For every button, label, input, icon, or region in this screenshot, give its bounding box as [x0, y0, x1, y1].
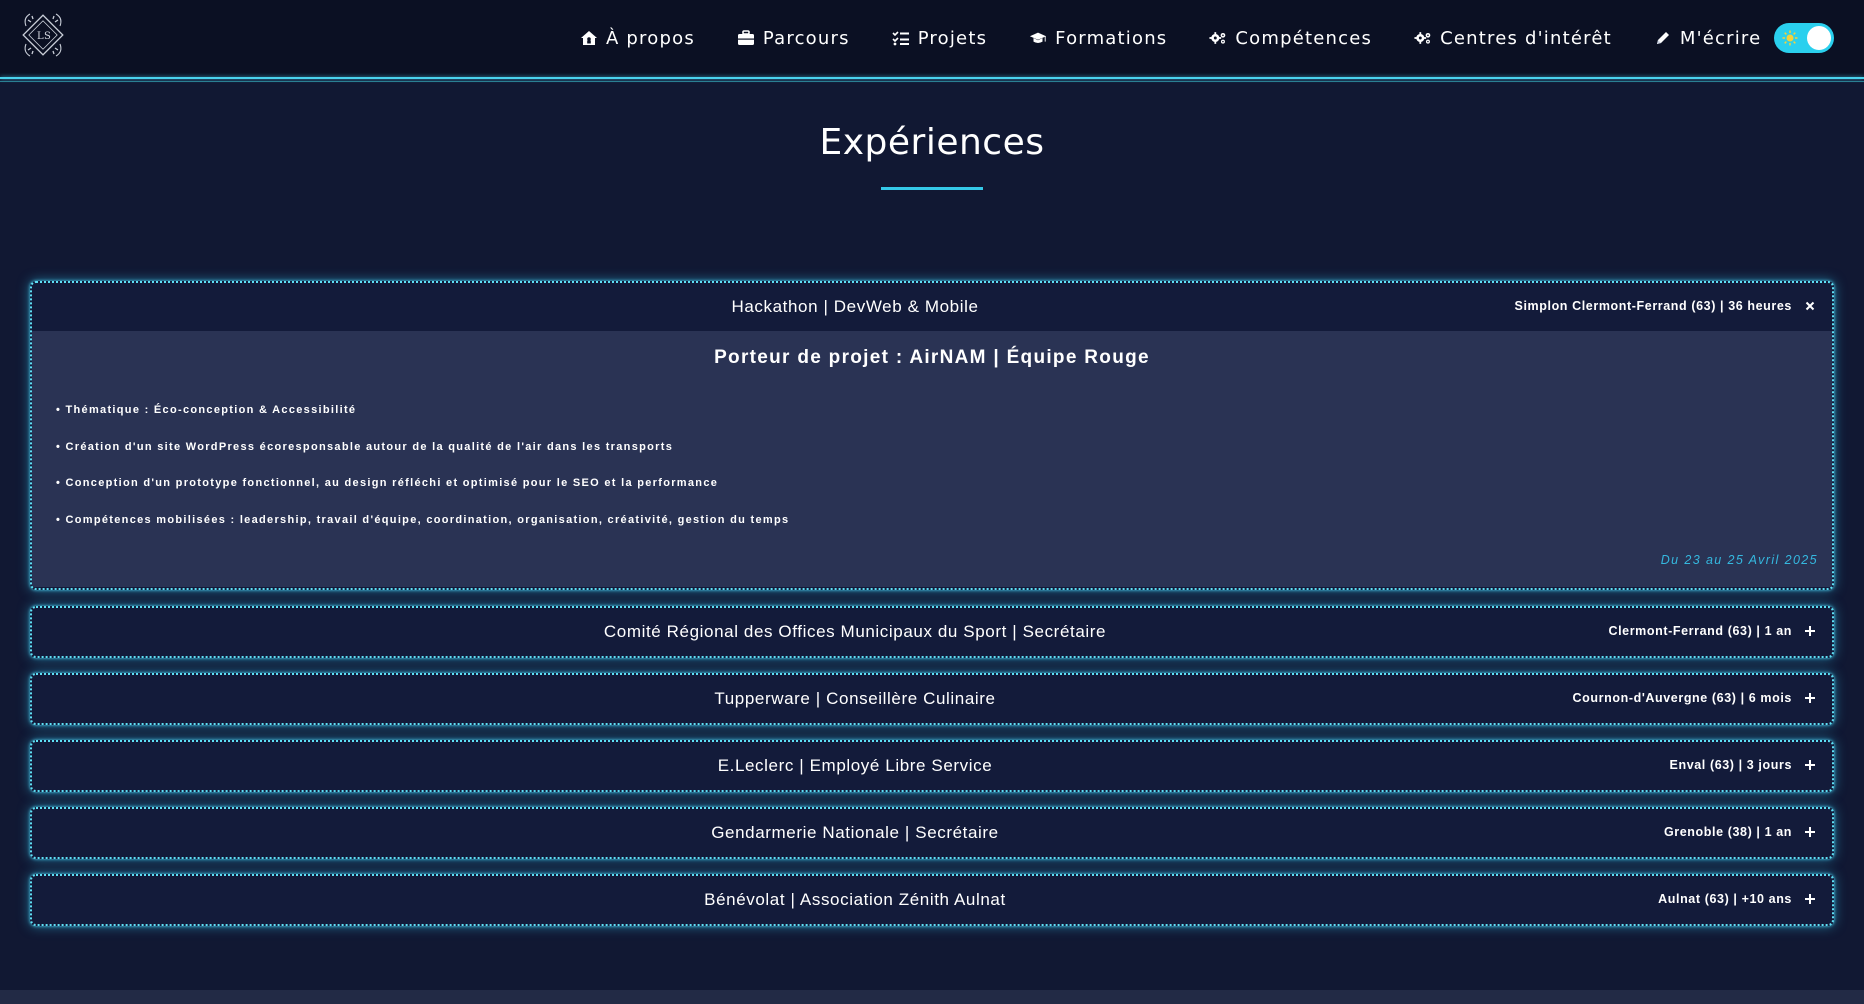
- experience-card: E.Leclerc | Employé Libre Service Enval …: [30, 740, 1834, 792]
- plus-icon[interactable]: [1802, 891, 1818, 907]
- top-navbar: L S À propos Parcours Projets Formations…: [0, 0, 1864, 77]
- experience-card-body: Porteur de projet : AirNAM | Équipe Roug…: [32, 331, 1832, 587]
- svg-text:S: S: [44, 31, 51, 42]
- experience-card-header[interactable]: Gendarmerie Nationale | Secrétaire Greno…: [32, 809, 1832, 857]
- experience-meta: Simplon Clermont-Ferrand (63) | 36 heure…: [1514, 299, 1792, 313]
- experience-card: Gendarmerie Nationale | Secrétaire Greno…: [30, 807, 1834, 859]
- experience-title: Hackathon | DevWeb & Mobile: [731, 297, 979, 316]
- experience-bullet-list: • Thématique : Éco-conception & Accessib…: [56, 403, 789, 549]
- toggle-knob: [1807, 26, 1831, 50]
- nav-item-label: Projets: [917, 27, 988, 49]
- footer-strip: [0, 990, 1864, 1004]
- main-nav: À propos Parcours Projets Formations Com…: [580, 24, 1803, 52]
- nav-item-label: Formations: [1055, 27, 1168, 49]
- experience-card-header[interactable]: E.Leclerc | Employé Libre Service Enval …: [32, 742, 1832, 790]
- experience-meta: Grenoble (38) | 1 an: [1663, 825, 1792, 839]
- nav-item-parcours[interactable]: Parcours: [737, 28, 850, 49]
- briefcase-icon: [737, 29, 755, 47]
- nav-item-label: Centres d'intérêt: [1440, 27, 1612, 49]
- experience-card: Bénévolat | Association Zénith Aulnat Au…: [30, 874, 1834, 926]
- plus-icon[interactable]: [1802, 757, 1818, 773]
- experience-title: Bénévolat | Association Zénith Aulnat: [704, 890, 1006, 909]
- experience-bullet: • Conception d'un prototype fonctionnel,…: [56, 477, 719, 489]
- experience-bullet: • Compétences mobilisées : leadership, t…: [56, 513, 790, 526]
- navbar-divider-secondary: [0, 81, 1864, 82]
- nav-item-label: Parcours: [762, 27, 850, 49]
- experience-card: Hackathon | DevWeb & Mobile Simplon Cler…: [30, 281, 1834, 590]
- experience-title: Tupperware | Conseillère Culinaire: [714, 689, 996, 708]
- site-logo[interactable]: L S: [18, 8, 68, 62]
- gears-icon: [1209, 29, 1227, 47]
- nav-item-a-propos[interactable]: À propos: [580, 28, 695, 49]
- nav-item-label: M'écrire: [1679, 27, 1762, 49]
- experience-title: Gendarmerie Nationale | Secrétaire: [711, 823, 999, 842]
- experience-card-header[interactable]: Tupperware | Conseillère Culinaire Courn…: [32, 675, 1832, 723]
- close-icon[interactable]: [1802, 298, 1818, 314]
- experience-title: E.Leclerc | Employé Libre Service: [717, 756, 993, 775]
- nav-item-projets[interactable]: Projets: [892, 28, 987, 49]
- experience-card: Tupperware | Conseillère Culinaire Courn…: [30, 673, 1834, 725]
- checklist-icon: [892, 29, 910, 47]
- experience-meta: Enval (63) | 3 jours: [1669, 758, 1792, 772]
- logo-emblem-icon: L S: [22, 13, 64, 57]
- plus-icon[interactable]: [1802, 623, 1818, 639]
- experience-card-header[interactable]: Comité Régional des Offices Municipaux d…: [32, 608, 1832, 656]
- plus-icon[interactable]: [1802, 824, 1818, 840]
- pencil-icon: [1654, 29, 1672, 47]
- nav-item-label: Compétences: [1235, 27, 1373, 49]
- plus-icon[interactable]: [1802, 690, 1818, 706]
- home-icon: [580, 29, 598, 47]
- experience-heading: Porteur de projet : AirNAM | Équipe Roug…: [714, 347, 1150, 368]
- svg-text:L: L: [37, 31, 44, 42]
- experience-title: Comité Régional des Offices Municipaux d…: [603, 622, 1107, 641]
- experience-card: Comité Régional des Offices Municipaux d…: [30, 606, 1834, 658]
- experience-bullet: • Création d'un site WordPress écorespon…: [56, 440, 674, 453]
- nav-item-centres-interet[interactable]: Centres d'intérêt: [1414, 28, 1612, 49]
- sun-icon: [1782, 30, 1798, 46]
- section-title: Expériences: [819, 122, 1045, 163]
- experience-bullet: • Thématique : Éco-conception & Accessib…: [56, 404, 357, 416]
- graduation-cap-icon: [1029, 29, 1047, 47]
- gears-icon: [1414, 29, 1432, 47]
- experience-card-header[interactable]: Bénévolat | Association Zénith Aulnat Au…: [32, 876, 1832, 924]
- navbar-divider: [0, 77, 1864, 79]
- experience-meta: Cournon-d'Auvergne (63) | 6 mois: [1572, 691, 1792, 705]
- experience-date: Du 23 au 25 Avril 2025: [1660, 553, 1818, 567]
- nav-item-m-ecrire[interactable]: M'écrire: [1654, 28, 1762, 49]
- experience-meta: Clermont-Ferrand (63) | 1 an: [1608, 624, 1792, 638]
- experience-card-header[interactable]: Hackathon | DevWeb & Mobile Simplon Cler…: [32, 283, 1832, 331]
- title-underline: [881, 187, 983, 190]
- theme-toggle[interactable]: [1774, 23, 1834, 53]
- experience-meta: Aulnat (63) | +10 ans: [1658, 892, 1792, 906]
- nav-item-competences[interactable]: Compétences: [1209, 28, 1372, 49]
- nav-item-formations[interactable]: Formations: [1029, 28, 1167, 49]
- nav-item-label: À propos: [606, 27, 695, 49]
